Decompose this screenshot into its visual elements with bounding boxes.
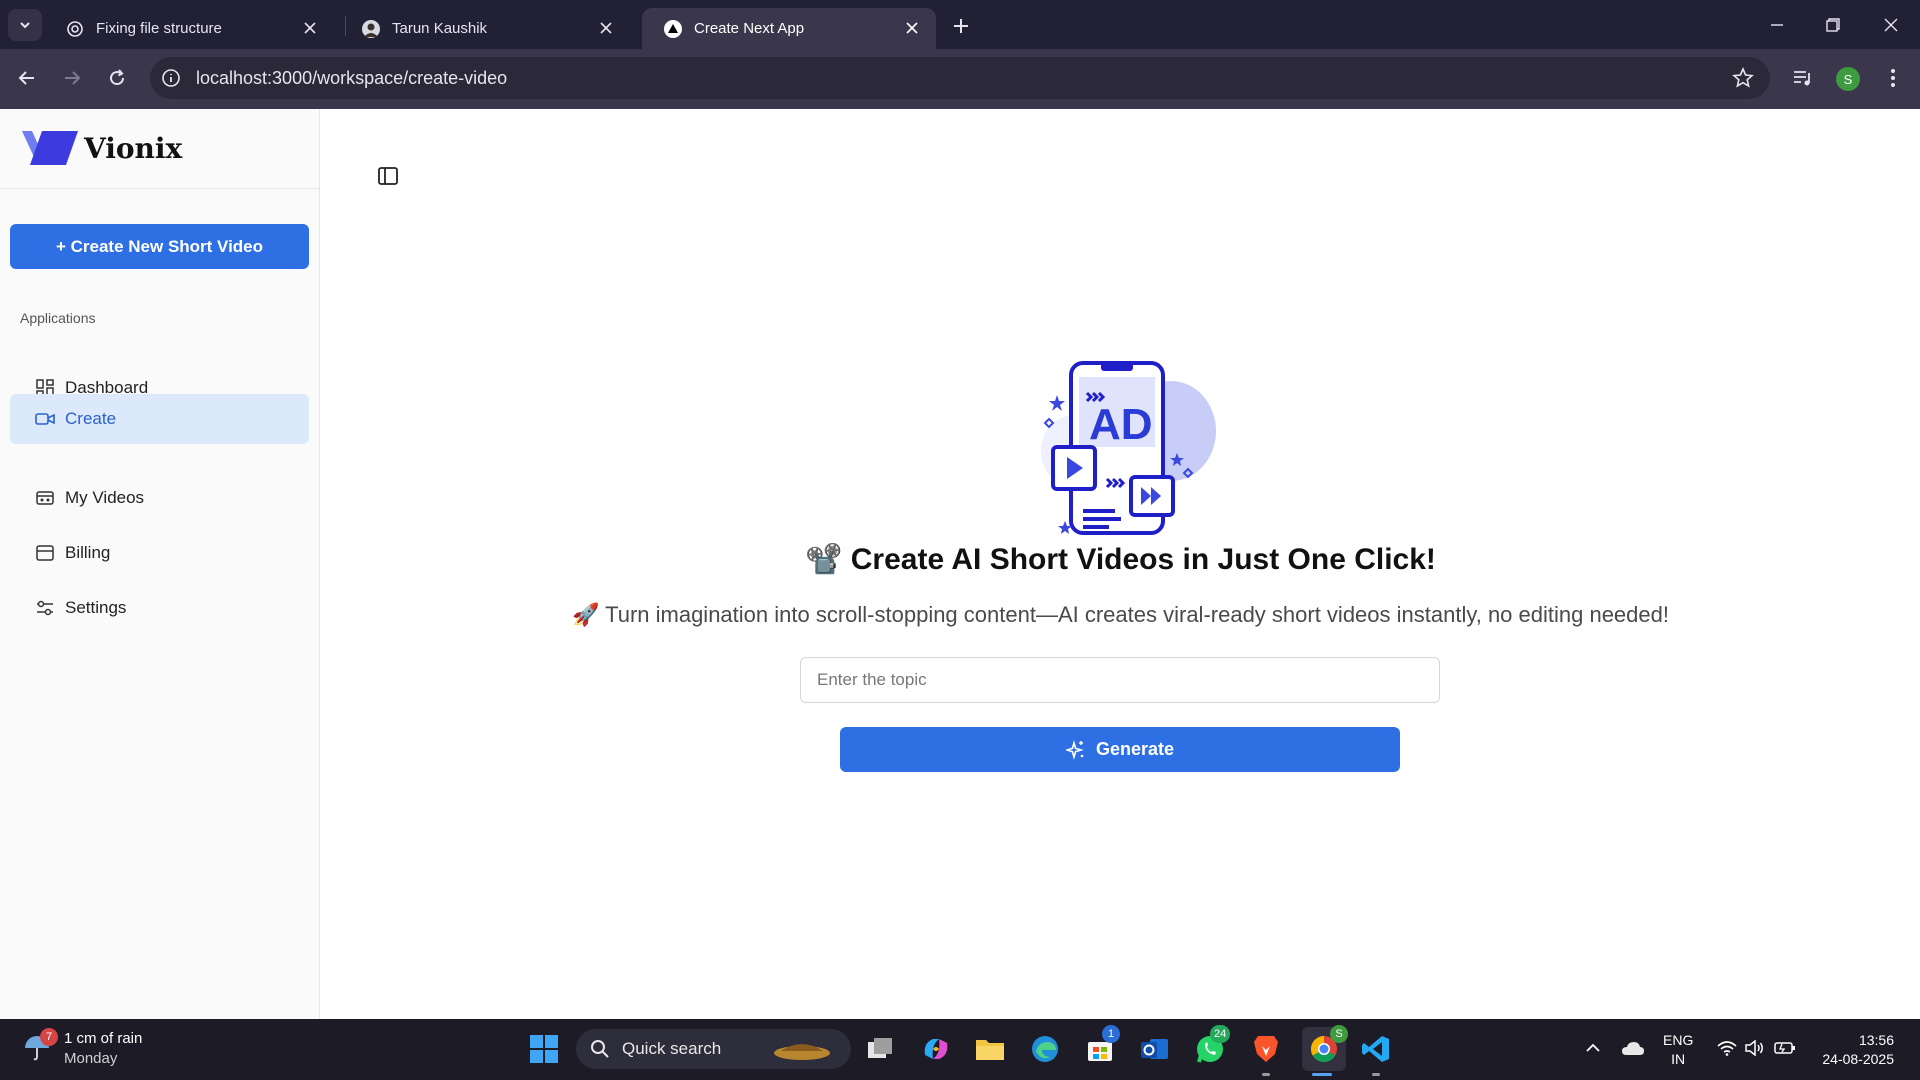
show-hidden-icons-chevron-icon[interactable] [1580,1035,1606,1061]
close-window-icon[interactable] [1878,12,1904,38]
sidebar-item-label: Create [65,409,117,428]
tab-fixing-file-structure[interactable]: Fixing file structure [44,8,334,49]
clock-date: 24-08-2025 [1822,1051,1894,1067]
sidebar-item-billing[interactable]: Billing [10,528,309,578]
store-notification-badge: 1 [1102,1025,1120,1043]
url-text: localhost:3000/workspace/create-video [196,68,508,88]
media-queue-icon[interactable] [1790,65,1816,91]
brand-logo[interactable]: Vionix [20,129,182,167]
browser-toolbar: localhost:3000/workspace/create-video [0,49,1920,109]
taskbar-search-box[interactable]: Quick search [576,1029,851,1069]
new-tab-plus-icon[interactable] [948,13,974,39]
reload-icon[interactable] [102,63,132,93]
search-icon [591,1040,609,1058]
wifi-icon[interactable] [1714,1035,1740,1061]
search-placeholder: Quick search [622,1039,722,1058]
close-tab-icon[interactable] [596,18,616,38]
ad-phone-illustration: AD [1041,361,1216,535]
rain-umbrella-icon: 7 [22,1028,58,1066]
windows-taskbar: 7 1 cm of rain Monday Quick search 1 24 … [0,1019,1920,1080]
outlook-icon[interactable] [1137,1031,1173,1067]
restore-icon[interactable] [1820,12,1846,38]
file-explorer-icon[interactable] [972,1031,1008,1067]
page-subheadline: 🚀 Turn imagination into scroll-stopping … [571,602,1669,627]
brave-browser-icon[interactable] [1248,1031,1284,1067]
tab-title: Tarun Kaushik [392,20,488,37]
chrome-profile-badge: S [1330,1025,1348,1043]
clock-time: 13:56 [1858,1032,1894,1048]
task-view-icon[interactable] [862,1031,898,1067]
weather-widget[interactable]: 7 1 cm of rain Monday [22,1028,143,1069]
close-tab-icon[interactable] [902,18,922,38]
back-arrow-icon[interactable] [12,63,42,93]
tab-search-chevron-icon[interactable] [8,9,42,41]
whatsapp-unread-badge: 24 [1210,1025,1231,1043]
more-menu-icon[interactable] [1880,65,1906,91]
running-indicator [1372,1073,1380,1076]
brand-name: Vionix [84,131,183,165]
system-clock[interactable]: 13:56 24-08-2025 [1814,1031,1894,1069]
main-content: AD 📽️ Create AI Short Videos in Just One… [321,109,1920,1019]
site-info-icon[interactable] [161,68,181,88]
sparkles-icon [1065,739,1084,760]
edge-browser-icon[interactable] [1027,1031,1063,1067]
minimize-icon[interactable] [1764,12,1790,38]
chrome-browser-icon[interactable]: S [1302,1025,1348,1071]
forward-arrow-icon[interactable] [57,63,87,93]
weather-title: 1 cm of rain [64,1030,143,1047]
tab-title: Create Next App [694,20,805,37]
generate-button[interactable]: Generate [840,727,1400,772]
profile-avatar[interactable]: S [1836,67,1860,91]
sidebar-item-settings[interactable]: Settings [10,583,309,633]
weather-day: Monday [64,1050,118,1067]
search-highlight-image-icon [774,1044,830,1060]
sidebar-item-label: Settings [65,598,127,617]
volume-icon[interactable] [1742,1035,1768,1061]
sidebar: Vionix + Create New Short Video Applicat… [0,109,320,1080]
microsoft-store-icon[interactable]: 1 [1082,1025,1120,1067]
sidebar-item-label: Billing [65,543,111,562]
battery-icon[interactable] [1772,1035,1798,1061]
tab-create-next-app[interactable]: Create Next App [642,8,936,49]
region-code: IN [1671,1051,1686,1067]
sidebar-group-label: Applications [20,310,96,326]
language-code: ENG [1663,1032,1694,1048]
input-language-indicator[interactable]: ENG IN [1663,1031,1693,1069]
copilot-icon[interactable] [918,1031,954,1067]
illustration-ad-label: AD [1089,400,1153,449]
sliders-icon [35,598,55,618]
running-indicator [1262,1073,1270,1076]
video-library-icon [35,488,55,508]
create-new-short-video-button[interactable]: + Create New Short Video [10,224,309,269]
bookmark-star-icon[interactable] [1732,67,1754,89]
generate-button-label: Generate [1095,739,1175,759]
topic-input[interactable] [800,657,1440,703]
close-tab-icon[interactable] [300,18,320,38]
wallet-icon [35,543,55,563]
sidebar-item-my-videos[interactable]: My Videos [10,473,309,523]
sidebar-divider [0,188,320,189]
weather-alert-badge: 7 [40,1028,58,1046]
video-camera-icon [35,409,55,429]
openai-icon [67,21,83,37]
page-headline: 📽️ Create AI Short Videos in Just One Cl… [805,543,1436,576]
vscode-icon[interactable] [1358,1031,1394,1067]
onedrive-cloud-icon[interactable] [1620,1035,1646,1061]
tab-tarun-kaushik[interactable]: Tarun Kaushik [340,8,630,49]
browser-tab-bar: Fixing file structure Tarun Kaushik Crea… [0,0,1920,49]
windows-start-icon[interactable] [526,1031,562,1067]
sidebar-item-create[interactable]: Create [10,394,309,444]
profile-photo-icon [362,20,380,38]
whatsapp-icon[interactable]: 24 [1192,1025,1231,1067]
sidebar-item-label: My Videos [65,488,145,507]
active-app-indicator [1312,1073,1332,1076]
address-bar[interactable]: localhost:3000/workspace/create-video [150,57,1770,99]
nextjs-triangle-icon [664,20,682,38]
vionix-logo-icon [22,131,78,165]
tab-title: Fixing file structure [96,20,222,37]
sidebar-toggle-icon[interactable] [377,165,399,187]
